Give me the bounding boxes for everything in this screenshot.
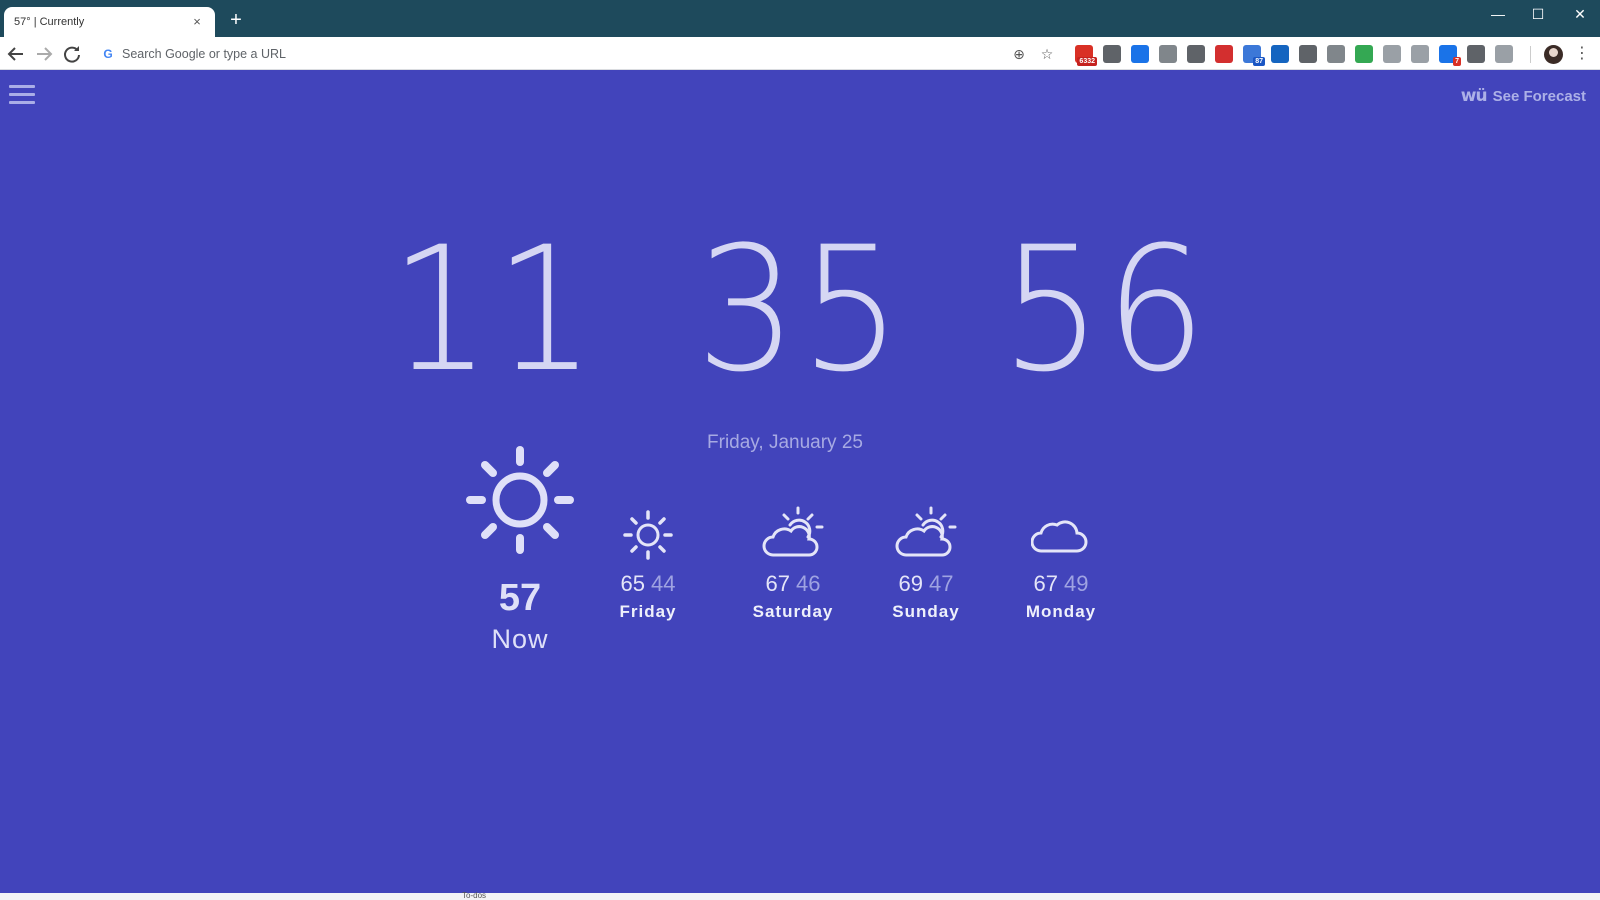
menu-kebab-icon[interactable]: ⋮ — [1574, 43, 1590, 65]
back-arrow-icon — [7, 47, 23, 61]
low-temp: 44 — [651, 571, 676, 596]
gmail-checker-icon[interactable]: 6332 — [1075, 45, 1097, 66]
shield-icon[interactable] — [1187, 45, 1205, 63]
location-icon[interactable]: ⊕ — [1010, 45, 1028, 63]
reload-icon — [64, 46, 80, 63]
current-weather: 57 Now — [460, 440, 580, 655]
lastpass-icon[interactable] — [1215, 45, 1233, 63]
omnibox-input[interactable] — [122, 47, 942, 61]
todo-icon[interactable]: 7 — [1439, 45, 1461, 66]
high-temp: 67 — [765, 571, 790, 596]
high-temp: 65 — [620, 571, 645, 596]
clock-minutes: 35 — [695, 209, 905, 410]
profile-avatar[interactable] — [1544, 45, 1563, 64]
forward-arrow-icon — [37, 47, 53, 61]
clock-seconds: 56 — [1001, 209, 1210, 410]
forecast-day: 65 44 Friday — [593, 505, 703, 622]
camera-icon[interactable] — [1327, 45, 1345, 63]
back-button[interactable] — [4, 42, 28, 66]
tree-icon[interactable] — [1383, 45, 1401, 63]
menu-hamburger-icon[interactable] — [9, 85, 35, 105]
forecast-day: 67 49 Monday — [1006, 505, 1116, 622]
forecast-day: 69 47 Sunday — [871, 505, 981, 622]
now-label: Now — [491, 624, 549, 654]
bottom-peek-bar: To-dos — [0, 891, 1600, 900]
minimize-button[interactable]: — — [1478, 0, 1518, 28]
low-temp: 47 — [929, 571, 954, 596]
browser-titlebar: 57° | Currently × + — ☐ ✕ — [0, 0, 1600, 37]
day-name: Saturday — [752, 602, 834, 621]
y-icon[interactable] — [1271, 45, 1289, 63]
forward-button[interactable] — [32, 42, 56, 66]
check-icon[interactable] — [1355, 45, 1373, 63]
clock-hours: 11 — [390, 209, 599, 410]
chat-icon[interactable] — [1411, 45, 1429, 63]
current-temp: 57 — [498, 577, 542, 619]
low-temp: 49 — [1064, 571, 1089, 596]
day-name: Monday — [1025, 602, 1097, 621]
partly-cloudy-icon — [762, 506, 824, 557]
tab-title: 57° | Currently — [14, 16, 85, 28]
bird-icon[interactable] — [1467, 45, 1485, 63]
toolbar-separator — [1530, 46, 1531, 63]
lightbulb-icon[interactable] — [1299, 45, 1317, 63]
todo-peek-label[interactable]: To-dos — [462, 891, 486, 900]
new-tab-button[interactable]: + — [226, 10, 246, 30]
bookmark-star-icon[interactable]: ☆ — [1038, 45, 1056, 63]
sun-icon — [466, 446, 574, 554]
tab-close-icon[interactable]: × — [189, 14, 205, 30]
extension-badge: 6332 — [1077, 57, 1097, 66]
close-window-button[interactable]: ✕ — [1560, 0, 1600, 28]
browser-toolbar: G ⊕ ☆ 6332 87 7 ⋮ — [0, 37, 1600, 70]
omnibox[interactable]: G ⊕ ☆ — [93, 41, 1063, 67]
date-label: Friday, January 25 — [707, 432, 863, 453]
low-temp: 46 — [796, 571, 821, 596]
see-forecast-label: See Forecast — [1492, 87, 1586, 105]
sun-icon — [623, 510, 673, 560]
extension-badge: 7 — [1453, 57, 1461, 66]
cloud-icon — [1031, 520, 1088, 553]
day-name: Sunday — [892, 602, 960, 621]
reload-button[interactable] — [60, 42, 84, 66]
see-forecast-link[interactable]: wü See Forecast — [1461, 86, 1586, 106]
high-temp: 69 — [898, 571, 923, 596]
browser-tab[interactable]: 57° | Currently × — [4, 7, 215, 37]
download-icon[interactable] — [1159, 45, 1177, 63]
calendar-icon[interactable]: 87 — [1243, 45, 1265, 66]
partly-cloudy-icon — [895, 506, 957, 557]
extension-badge: 87 — [1253, 57, 1265, 66]
wunderground-logo-icon: wü — [1460, 86, 1488, 106]
day-name: Friday — [619, 602, 677, 621]
maximize-button[interactable]: ☐ — [1518, 0, 1558, 28]
high-temp: 67 — [1033, 571, 1058, 596]
extension-2-icon[interactable] — [1103, 45, 1121, 63]
clock: 11 35 56 — [0, 215, 1600, 405]
circle-icon[interactable] — [1495, 45, 1513, 63]
extension-3-icon[interactable] — [1131, 45, 1149, 63]
forecast-day: 67 46 Saturday — [738, 505, 848, 622]
google-g-icon: G — [103, 47, 113, 61]
